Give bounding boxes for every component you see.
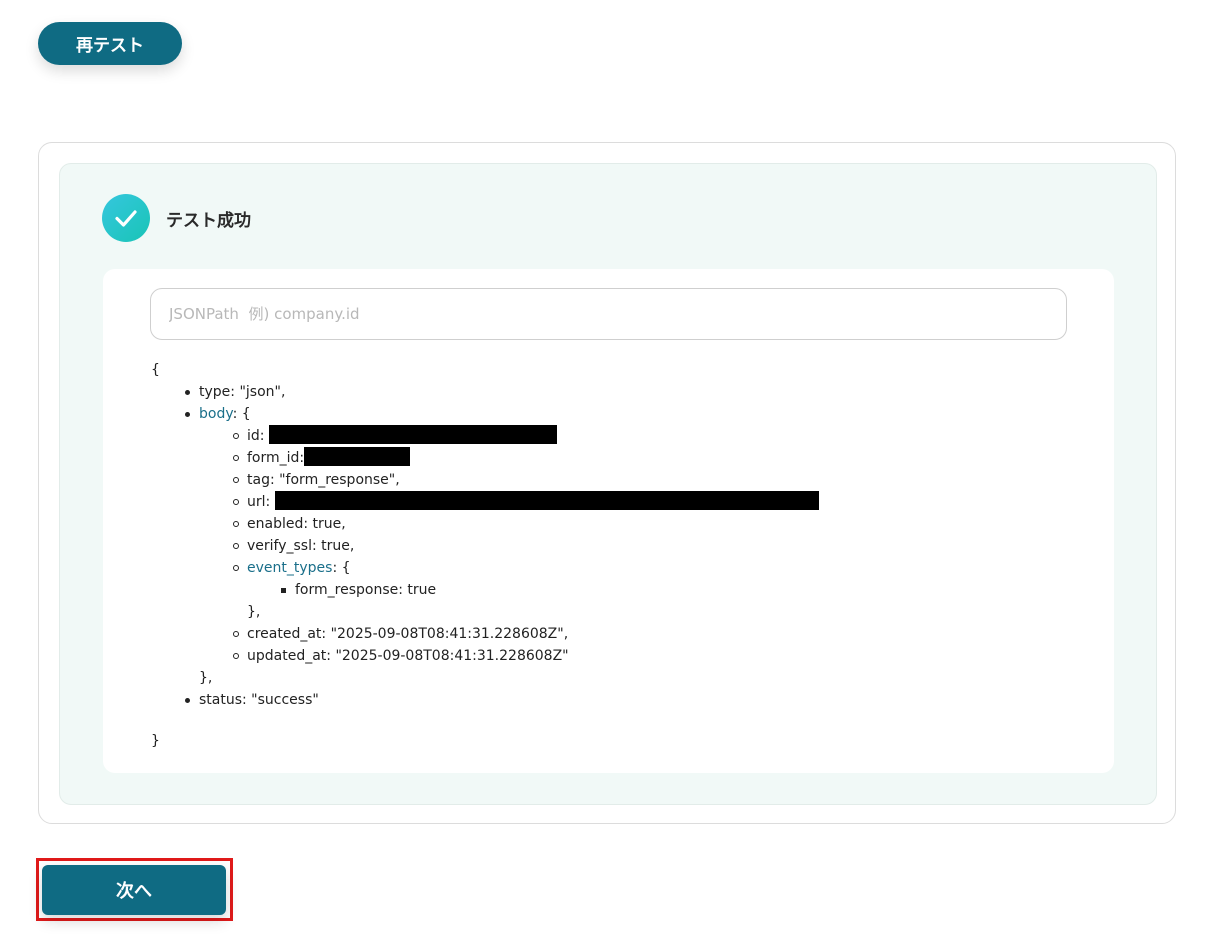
jsonpath-input[interactable] [150, 288, 1067, 340]
test-result-panel: テスト成功 { type: "json", body: { id: form_i… [59, 163, 1157, 805]
redacted-block [304, 447, 411, 466]
json-status-text: status: "success" [199, 692, 319, 708]
json-id-label: id: [247, 428, 265, 444]
json-output-card: { type: "json", body: { id: form_id: tag… [103, 269, 1114, 773]
json-enabled-text: enabled: true, [247, 516, 346, 532]
json-item-status: status: "success" [185, 689, 819, 711]
json-item-updated-at: updated_at: "2025-09-08T08:41:31.228608Z… [233, 645, 819, 667]
retest-button[interactable]: 再テスト [38, 22, 182, 65]
json-body-open: : { [232, 406, 251, 422]
json-item-verify-ssl: verify_ssl: true, [233, 535, 819, 557]
json-item-event-types: event_types: { [233, 557, 819, 579]
json-updated-at-text: updated_at: "2025-09-08T08:41:31.228608Z… [247, 648, 569, 664]
check-circle-icon [102, 194, 150, 242]
json-event-types-close: }, [247, 604, 261, 620]
next-button[interactable]: 次へ [42, 865, 226, 915]
json-tag-text: tag: "form_response", [247, 472, 400, 488]
json-close-brace: } [151, 733, 160, 749]
test-result-card: テスト成功 { type: "json", body: { id: form_i… [38, 142, 1176, 824]
json-item-created-at: created_at: "2025-09-08T08:41:31.228608Z… [233, 623, 819, 645]
json-event-types-key[interactable]: event_types [247, 560, 332, 576]
json-item-body: body: { [185, 403, 819, 425]
json-item-id: id: [233, 425, 819, 447]
redacted-block [268, 425, 557, 444]
json-tree: { type: "json", body: { id: form_id: tag… [151, 359, 819, 752]
json-item-form-id: form_id: [233, 447, 819, 469]
json-type-text: type: "json", [199, 384, 286, 400]
json-open-brace: { [151, 362, 160, 378]
test-success-title: テスト成功 [166, 210, 251, 231]
test-success-header: テスト成功 [102, 194, 251, 242]
json-created-at-text: created_at: "2025-09-08T08:41:31.228608Z… [247, 626, 569, 642]
json-item-url: url: [233, 491, 819, 513]
json-event-types-open: : { [332, 560, 351, 576]
json-item-tag: tag: "form_response", [233, 469, 819, 491]
json-body-key[interactable]: body [199, 406, 233, 422]
json-item-type: type: "json", [185, 381, 819, 403]
json-body-close: }, [199, 670, 213, 686]
json-item-form-response: form_response: true [281, 579, 819, 601]
redacted-block [274, 491, 819, 510]
json-form-id-label: form_id: [247, 450, 305, 466]
json-verify-ssl-text: verify_ssl: true, [247, 538, 355, 554]
json-url-label: url: [247, 494, 271, 510]
json-item-enabled: enabled: true, [233, 513, 819, 535]
json-form-response-text: form_response: true [295, 582, 437, 598]
